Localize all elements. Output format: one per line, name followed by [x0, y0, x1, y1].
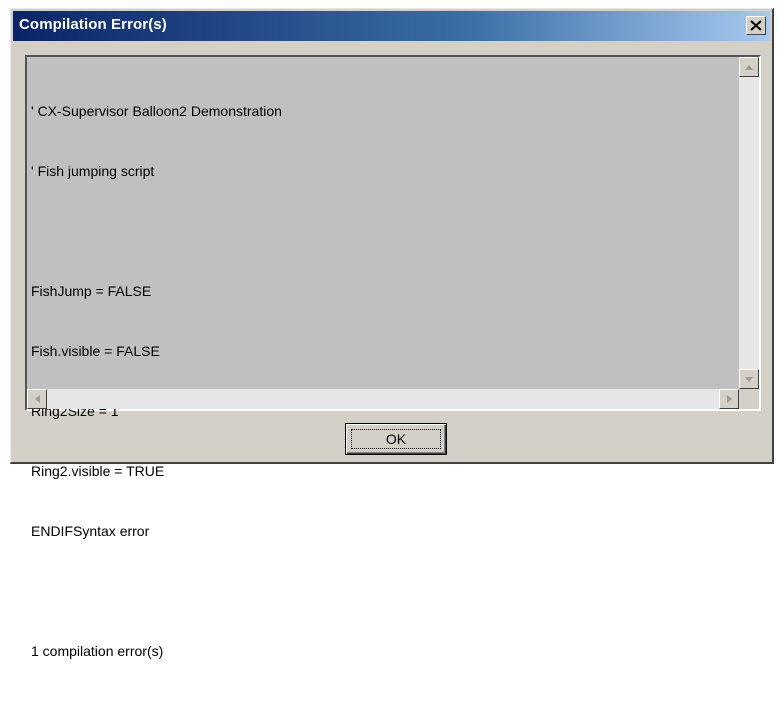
vertical-scrollbar[interactable]	[739, 57, 759, 389]
error-output-textbox[interactable]: ' CX-Supervisor Balloon2 Demonstration '…	[25, 55, 761, 659]
title-bar[interactable]: Compilation Error(s)	[13, 11, 770, 41]
compilation-error-dialog: Compilation Error(s) ' CX-Supervisor Bal…	[10, 8, 774, 659]
output-line: Ring2.visible = TRUE	[31, 463, 165, 479]
output-line: Fish.visible = FALSE	[31, 343, 160, 359]
arrow-down-icon	[745, 376, 753, 382]
arrow-up-icon	[745, 64, 753, 70]
output-line: ' Fish jumping script	[31, 163, 155, 179]
output-line: 1 compilation error(s)	[31, 643, 164, 659]
close-x-icon	[750, 20, 762, 31]
arrow-right-icon	[726, 395, 732, 403]
ok-button[interactable]: OK	[345, 423, 447, 455]
scroll-up-button[interactable]	[739, 57, 759, 77]
scroll-left-button[interactable]	[27, 389, 47, 409]
scroll-down-button[interactable]	[739, 369, 759, 389]
horizontal-scrollbar[interactable]	[27, 389, 739, 409]
error-output-text: ' CX-Supervisor Balloon2 Demonstration '…	[31, 61, 731, 659]
scrollbar-corner	[739, 389, 759, 409]
dialog-title: Compilation Error(s)	[19, 16, 167, 33]
output-line: FishJump = FALSE	[31, 283, 152, 299]
close-button[interactable]	[746, 16, 766, 35]
scroll-right-button[interactable]	[719, 389, 739, 409]
output-line: ENDIFSyntax error	[31, 523, 150, 539]
arrow-left-icon	[34, 395, 40, 403]
ok-button-label: OK	[385, 431, 407, 447]
output-line: ' CX-Supervisor Balloon2 Demonstration	[31, 103, 282, 119]
